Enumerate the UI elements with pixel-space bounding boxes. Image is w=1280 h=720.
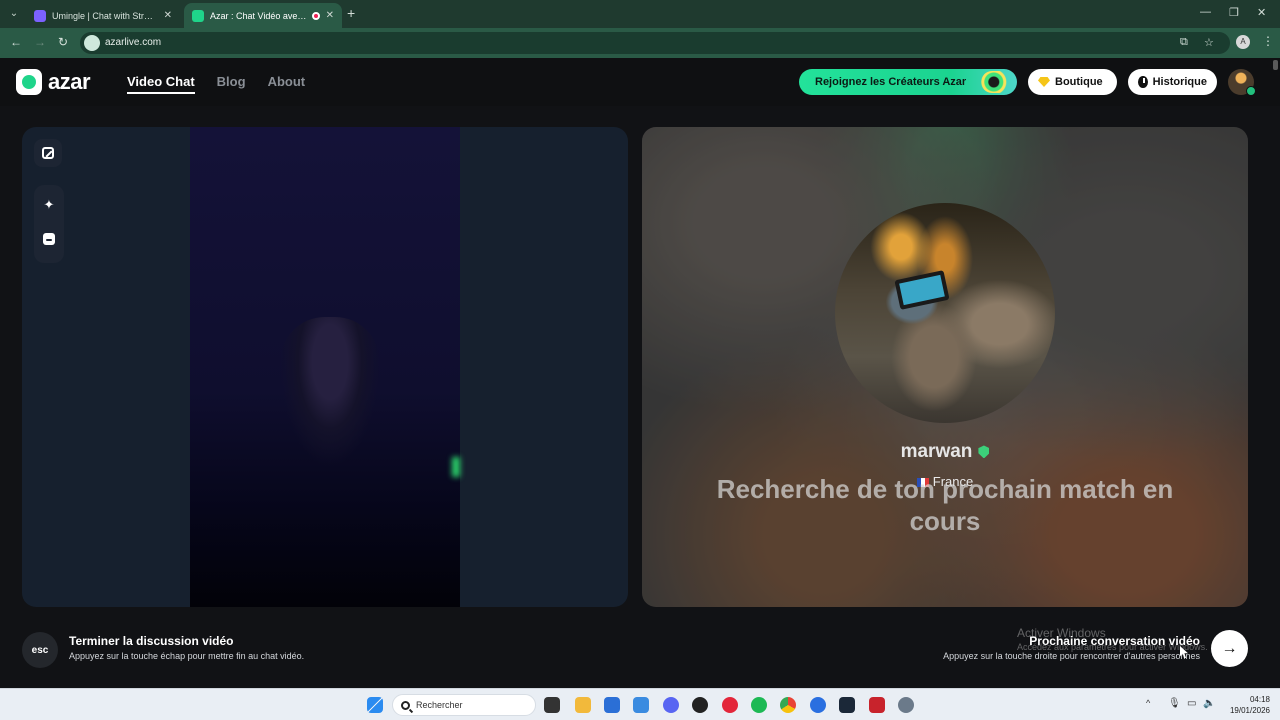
url-field[interactable]: azarlive.com ⧉ ☆ bbox=[80, 32, 1230, 54]
file-explorer-icon[interactable] bbox=[575, 697, 591, 713]
settings-gear-icon[interactable] bbox=[898, 697, 914, 713]
reload-icon[interactable]: ↻ bbox=[58, 35, 68, 49]
bookmark-star-icon[interactable]: ☆ bbox=[1204, 36, 1214, 49]
windows-taskbar: Rechercher ^ 🎙 ▭ 🔈 04:18 19/01/2026 bbox=[0, 688, 1280, 720]
network-icon[interactable]: ▭ bbox=[1187, 698, 1196, 709]
azar-logo-icon bbox=[16, 69, 42, 95]
clock-icon bbox=[1138, 76, 1148, 88]
searching-status: Recherche de ton prochain match en cours bbox=[716, 474, 1174, 536]
taskbar-search-input[interactable]: Rechercher bbox=[392, 694, 536, 716]
beauty-filter-button[interactable]: ✦ bbox=[35, 191, 63, 219]
show-hidden-icons-chevron-icon[interactable]: ^ bbox=[1146, 698, 1150, 708]
green-light-glow bbox=[452, 457, 460, 477]
history-label: Historique bbox=[1152, 76, 1207, 88]
browser-tab-azar[interactable]: Azar : Chat Vidéo avec de nouve... ✕ bbox=[184, 3, 342, 28]
media-app-icon[interactable] bbox=[869, 697, 885, 713]
recording-indicator-icon bbox=[311, 11, 320, 20]
forward-arrow-icon[interactable]: → bbox=[34, 35, 46, 49]
github-icon[interactable] bbox=[692, 697, 708, 713]
umingle-favicon-icon bbox=[34, 9, 46, 22]
address-bar: ← → ↻ azarlive.com ⧉ ☆ A ⋮ bbox=[0, 28, 1280, 58]
outlook-icon[interactable] bbox=[633, 697, 649, 713]
taskbar-time: 04:18 bbox=[1249, 695, 1270, 704]
user-avatar[interactable] bbox=[1228, 69, 1256, 96]
taskbar-date: 19/01/2026 bbox=[1229, 706, 1270, 715]
logo-text: azar bbox=[48, 69, 91, 94]
next-chat-title: Prochaine conversation vidéo bbox=[1029, 634, 1200, 648]
back-arrow-icon[interactable]: ← bbox=[10, 35, 22, 49]
scrollbar-thumb[interactable] bbox=[1273, 60, 1278, 70]
volume-icon[interactable]: 🔈 bbox=[1203, 698, 1215, 709]
tab-search-chevron-icon[interactable]: ⌄ bbox=[6, 6, 22, 22]
browser-tab-umingle[interactable]: Umingle | Chat with Strangers Nov... ✕ bbox=[26, 3, 180, 28]
expand-button[interactable] bbox=[34, 139, 62, 167]
browser-tab-bar: ⌄ Umingle | Chat with Strangers Nov... ✕… bbox=[0, 0, 1280, 28]
windows-start-icon[interactable] bbox=[367, 697, 383, 713]
profile-avatar[interactable]: A bbox=[1236, 35, 1250, 49]
self-person-silhouette bbox=[280, 317, 380, 467]
main-nav: Video Chat Blog About bbox=[127, 74, 305, 94]
azar-logo[interactable]: azar bbox=[16, 69, 91, 95]
restore-icon[interactable]: ❐ bbox=[1229, 6, 1239, 19]
task-view-icon[interactable] bbox=[544, 697, 560, 713]
shop-button[interactable]: Boutique bbox=[1028, 69, 1117, 95]
tab-close-icon[interactable]: ✕ bbox=[326, 10, 334, 21]
creator-badge-icon bbox=[981, 71, 1013, 93]
steam-icon[interactable] bbox=[839, 697, 855, 713]
end-chat-description: Appuyez sur la touche échap pour mettre … bbox=[69, 651, 305, 661]
new-tab-plus-icon[interactable]: + bbox=[347, 5, 355, 21]
opera-icon[interactable] bbox=[722, 697, 738, 713]
magic-wand-icon: ✦ bbox=[43, 197, 55, 212]
shop-label: Boutique bbox=[1055, 76, 1103, 88]
history-button[interactable]: Historique bbox=[1128, 69, 1217, 95]
tab-title: Azar : Chat Vidéo avec de nouve... bbox=[210, 10, 308, 21]
self-camera-feed bbox=[190, 127, 460, 607]
diamond-icon bbox=[1038, 77, 1050, 87]
taskbar-search-placeholder: Rechercher bbox=[416, 700, 463, 710]
chrome-icon[interactable] bbox=[780, 697, 796, 713]
join-creators-label: Rejoignez les Créateurs Azar bbox=[815, 76, 967, 88]
nav-blog[interactable]: Blog bbox=[217, 74, 246, 94]
video-chat-area: ✦ marwan France Recherche de ton prochai… bbox=[0, 106, 1280, 688]
tab-close-icon[interactable]: ✕ bbox=[164, 10, 172, 21]
search-icon bbox=[401, 700, 410, 710]
self-video-panel: ✦ bbox=[22, 127, 628, 607]
minimize-icon[interactable]: — bbox=[1200, 6, 1211, 18]
nav-video-chat[interactable]: Video Chat bbox=[127, 74, 195, 94]
face-filter-button[interactable] bbox=[35, 225, 63, 253]
url-text[interactable]: azarlive.com bbox=[105, 37, 161, 48]
match-video-panel: marwan France Recherche de ton prochain … bbox=[642, 127, 1248, 607]
microphone-icon[interactable]: 🎙 bbox=[1168, 698, 1181, 709]
car-screen bbox=[894, 270, 950, 310]
browser-menu-icon[interactable]: ⋮ bbox=[1262, 34, 1274, 48]
install-app-icon[interactable]: ⧉ bbox=[1180, 36, 1188, 49]
site-info-icon[interactable] bbox=[84, 35, 100, 51]
window-close-icon[interactable]: ✕ bbox=[1257, 6, 1266, 19]
browser-icon[interactable] bbox=[810, 697, 826, 713]
esc-end-button[interactable]: esc bbox=[22, 632, 58, 668]
face-filter-icon bbox=[43, 233, 55, 245]
discord-icon[interactable] bbox=[663, 697, 679, 713]
avatar-status-badge bbox=[1246, 86, 1256, 96]
tab-title: Umingle | Chat with Strangers Nov... bbox=[52, 10, 158, 21]
next-chat-button[interactable]: → bbox=[1211, 630, 1248, 667]
nav-about[interactable]: About bbox=[268, 74, 306, 94]
taskbar-clock[interactable]: 04:18 19/01/2026 bbox=[1222, 694, 1270, 716]
verified-shield-icon bbox=[978, 445, 990, 459]
join-creators-button[interactable]: Rejoignez les Créateurs Azar bbox=[799, 69, 1017, 95]
spotify-icon[interactable] bbox=[751, 697, 767, 713]
match-profile-picture bbox=[835, 203, 1055, 423]
expand-icon bbox=[42, 147, 54, 159]
match-name-row: marwan bbox=[642, 441, 1248, 463]
site-header: azar Video Chat Blog About Rejoignez les… bbox=[0, 58, 1280, 106]
match-name: marwan bbox=[900, 441, 973, 462]
next-chat-description: Appuyez sur la touche droite pour rencon… bbox=[943, 651, 1200, 661]
arrow-right-icon: → bbox=[1221, 639, 1238, 657]
azar-favicon-icon bbox=[192, 9, 204, 22]
store-icon[interactable] bbox=[604, 697, 620, 713]
end-chat-title: Terminer la discussion vidéo bbox=[69, 634, 234, 648]
